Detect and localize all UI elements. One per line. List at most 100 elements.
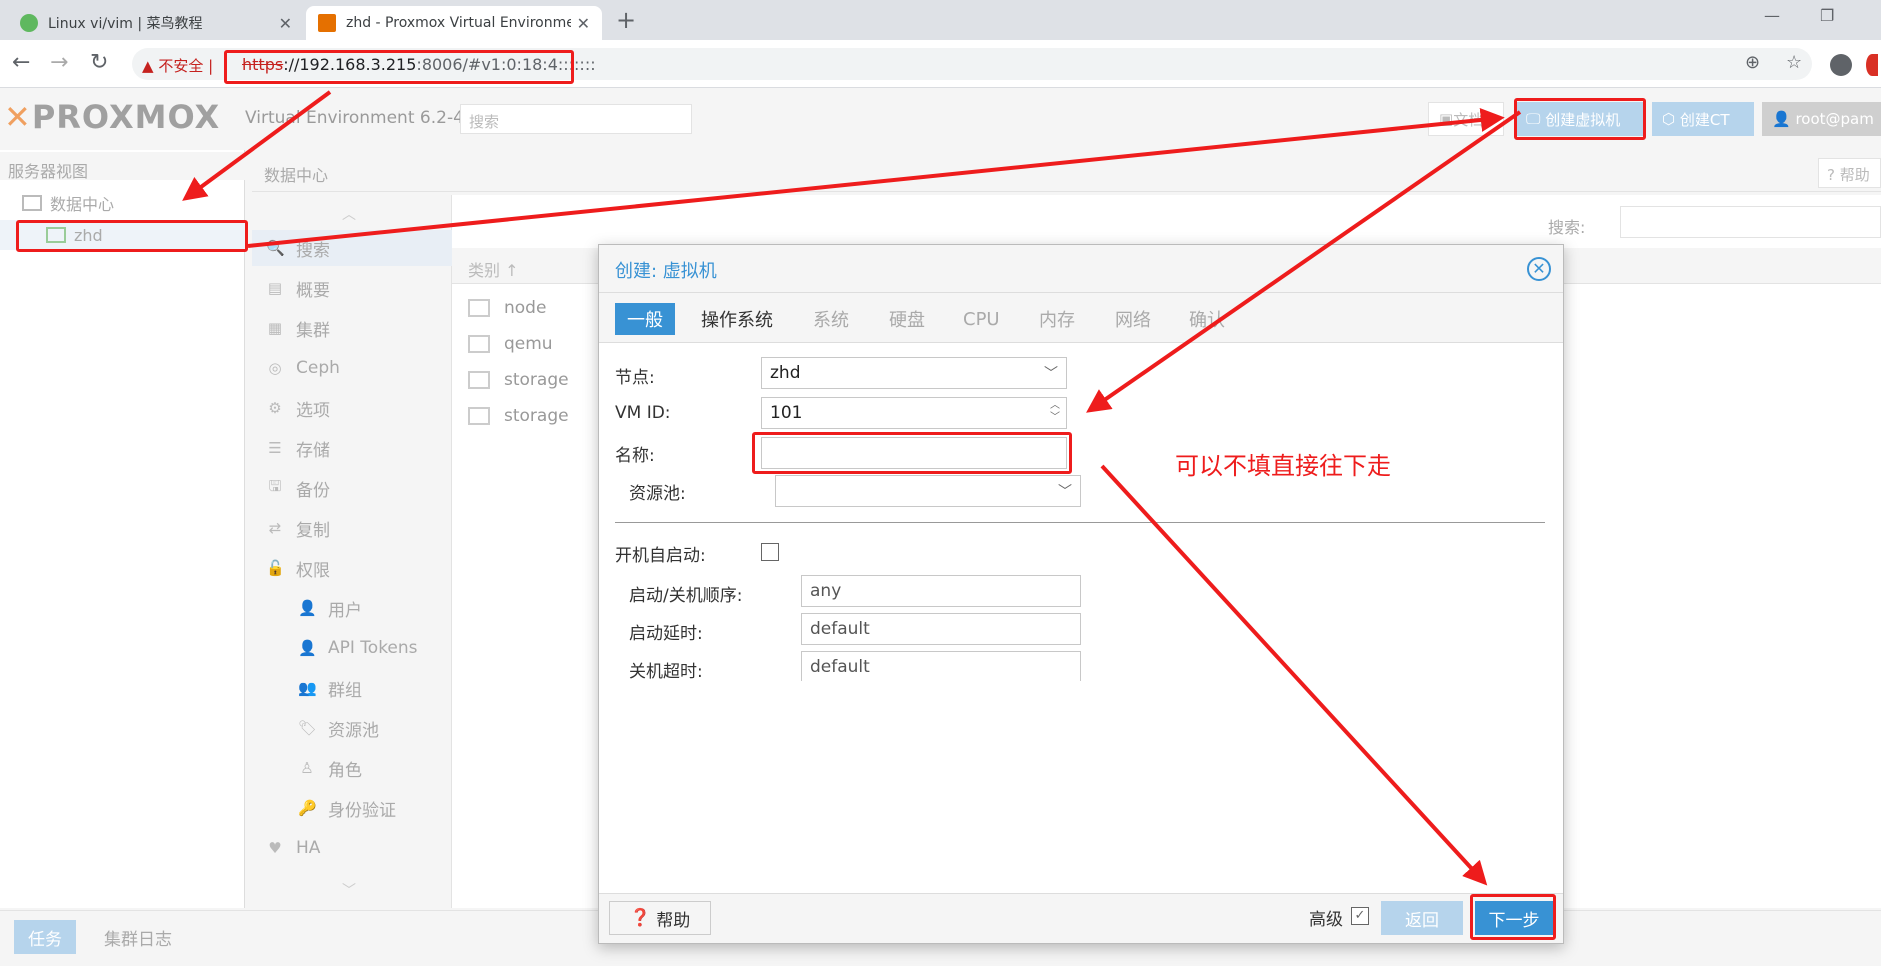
dialog-tab-3[interactable]: 硬盘 <box>877 303 937 335</box>
dialog-tab-7[interactable]: 确认 <box>1177 303 1237 335</box>
vmid-label: VM ID: <box>615 403 671 423</box>
security-warning[interactable]: ▲ 不安全 | <box>142 55 213 76</box>
menu-item-11[interactable]: 👥 群组 <box>252 670 452 706</box>
close-tab-icon[interactable]: ✕ <box>279 14 292 33</box>
tab-title: zhd - Proxmox Virtual Environment <box>346 15 571 31</box>
delay-label: 启动延时: <box>629 624 703 644</box>
menu-item-5[interactable]: ☰ 存储 <box>252 430 452 466</box>
menu-item-label: 概要 <box>296 280 330 301</box>
resource-type-label: storage <box>504 370 569 390</box>
dialog-tab-2[interactable]: 系统 <box>801 303 861 335</box>
reload-icon[interactable]: ↻ <box>90 50 108 75</box>
autostart-checkbox[interactable] <box>761 543 779 561</box>
name-label: 名称: <box>615 446 655 466</box>
menu-item-15[interactable]: ♥ HA <box>252 830 452 866</box>
header-search-input[interactable]: 搜索 <box>460 104 692 134</box>
dialog-help-button[interactable]: ❓ 帮助 <box>609 901 711 935</box>
help-button[interactable]: ? 帮助 <box>1818 158 1881 188</box>
advanced-checkbox[interactable]: ✓ <box>1351 907 1369 925</box>
create-ct-button[interactable]: ⬡ 创建CT <box>1652 102 1754 136</box>
menu-icon: ⇄ <box>268 519 282 537</box>
menu-item-label: 搜索 <box>296 240 330 261</box>
vmid-spinner[interactable]: 101 ︿ ﹀ <box>761 397 1067 429</box>
menu-item-14[interactable]: 🔑 身份验证 <box>252 790 452 826</box>
dialog-tab-5[interactable]: 内存 <box>1027 303 1087 335</box>
account-icon[interactable] <box>1830 54 1852 76</box>
forward-icon[interactable]: → <box>50 50 68 75</box>
table-row[interactable]: storage <box>452 362 612 398</box>
menu-item-label: 备份 <box>296 480 330 501</box>
annotation-create-vm-box <box>1514 98 1646 140</box>
menu-item-label: API Tokens <box>328 638 418 658</box>
delay-input[interactable]: default <box>801 613 1081 645</box>
annotation-next-box <box>1470 894 1556 940</box>
timeout-label: 关机超时: <box>629 662 703 682</box>
menu-item-13[interactable]: ♙ 角色 <box>252 750 452 786</box>
close-tab-icon[interactable]: ✕ <box>577 14 590 33</box>
annotation-note: 可以不填直接往下走 <box>1175 452 1391 480</box>
order-label: 启动/关机顺序: <box>629 586 743 606</box>
minimize-icon[interactable]: — <box>1764 6 1780 25</box>
server-view-selector[interactable]: 服务器视图 <box>0 152 245 181</box>
warning-icon: ▲ <box>142 57 154 75</box>
menu-icon: ◎ <box>268 359 282 377</box>
question-icon: ? <box>1827 166 1835 184</box>
menu-item-4[interactable]: ⚙ 选项 <box>252 390 452 426</box>
server-tree-panel <box>0 150 245 908</box>
pool-select[interactable]: ﹀ <box>775 475 1081 507</box>
menu-item-9[interactable]: 👤 用户 <box>252 590 452 626</box>
menu-item-0[interactable]: 🔍 搜索 <box>252 230 452 266</box>
browser-tab-bar: Linux vi/vim | 菜鸟教程 ✕ zhd - Proxmox Virt… <box>0 0 1881 40</box>
chevron-up-icon[interactable]: ︿ <box>342 204 356 224</box>
menu-item-10[interactable]: 👤 API Tokens <box>252 630 452 666</box>
close-icon[interactable]: ✕ <box>1527 257 1551 281</box>
menu-icon: ☰ <box>268 439 282 457</box>
back-button[interactable]: 返回 <box>1381 901 1463 935</box>
table-row[interactable]: storage <box>452 398 612 434</box>
proxmox-favicon-icon <box>318 14 336 32</box>
zoom-icon[interactable]: ⊕ <box>1745 52 1760 73</box>
resource-type-icon <box>468 299 490 317</box>
table-row[interactable]: node <box>452 290 612 326</box>
tree-item-datacenter[interactable]: 数据中心 <box>0 188 245 218</box>
menu-item-12[interactable]: 🏷 资源池 <box>252 710 452 746</box>
menu-item-3[interactable]: ◎ Ceph <box>252 350 452 386</box>
datacenter-icon <box>22 195 42 211</box>
timeout-input[interactable]: default <box>801 651 1081 681</box>
menu-icon: 👤 <box>298 599 317 617</box>
menu-item-6[interactable]: 🖫 备份 <box>252 470 452 506</box>
grid-search-input[interactable] <box>1620 206 1881 238</box>
star-icon[interactable]: ☆ <box>1786 52 1802 73</box>
menu-item-7[interactable]: ⇄ 复制 <box>252 510 452 546</box>
tab-title: Linux vi/vim | 菜鸟教程 <box>48 16 203 32</box>
documentation-button[interactable]: ▣ 文档 <box>1428 102 1504 136</box>
menu-item-8[interactable]: 🔓 权限 <box>252 550 452 586</box>
dialog-tab-1[interactable]: 操作系统 <box>689 303 785 335</box>
dialog-tab-0[interactable]: 一般 <box>615 303 675 335</box>
dialog-tab-4[interactable]: CPU <box>951 303 1012 335</box>
menu-icon[interactable] <box>1866 54 1878 76</box>
browser-tab-proxmox[interactable]: zhd - Proxmox Virtual Environment ✕ <box>306 6 602 40</box>
create-vm-dialog: 创建: 虚拟机 ✕ 一般 操作系统 系统 硬盘 CPU 内存 网络 确认 节点: zhd ﹀ … <box>598 244 1564 944</box>
menu-item-2[interactable]: ▦ 集群 <box>252 310 452 346</box>
chevron-down-icon[interactable]: ﹀ <box>342 880 356 900</box>
user-menu-button[interactable]: 👤 root@pam <box>1762 102 1881 136</box>
tab-tasks[interactable]: 任务 <box>14 920 76 954</box>
menu-item-1[interactable]: ▤ 概要 <box>252 270 452 306</box>
annotation-node-box <box>16 220 248 252</box>
menu-icon: 🔓 <box>266 559 285 577</box>
browser-tab-runoob[interactable]: Linux vi/vim | 菜鸟教程 ✕ <box>8 6 304 40</box>
back-icon[interactable]: ← <box>12 50 30 75</box>
new-tab-button[interactable]: + <box>616 6 636 34</box>
menu-item-label: HA <box>296 838 321 858</box>
dialog-tab-6[interactable]: 网络 <box>1103 303 1163 335</box>
menu-item-label: 集群 <box>296 320 330 341</box>
node-select[interactable]: zhd ﹀ <box>761 357 1067 389</box>
cube-icon: ⬡ <box>1662 110 1680 128</box>
menu-icon: 🖫 <box>268 476 282 495</box>
table-row[interactable]: qemu <box>452 326 612 362</box>
tab-cluster-log[interactable]: 集群日志 <box>90 920 186 954</box>
restore-icon[interactable]: ❐ <box>1820 6 1834 25</box>
order-input[interactable]: any <box>801 575 1081 607</box>
spinner-arrows-icon[interactable]: ︿ ﹀ <box>1050 400 1060 424</box>
